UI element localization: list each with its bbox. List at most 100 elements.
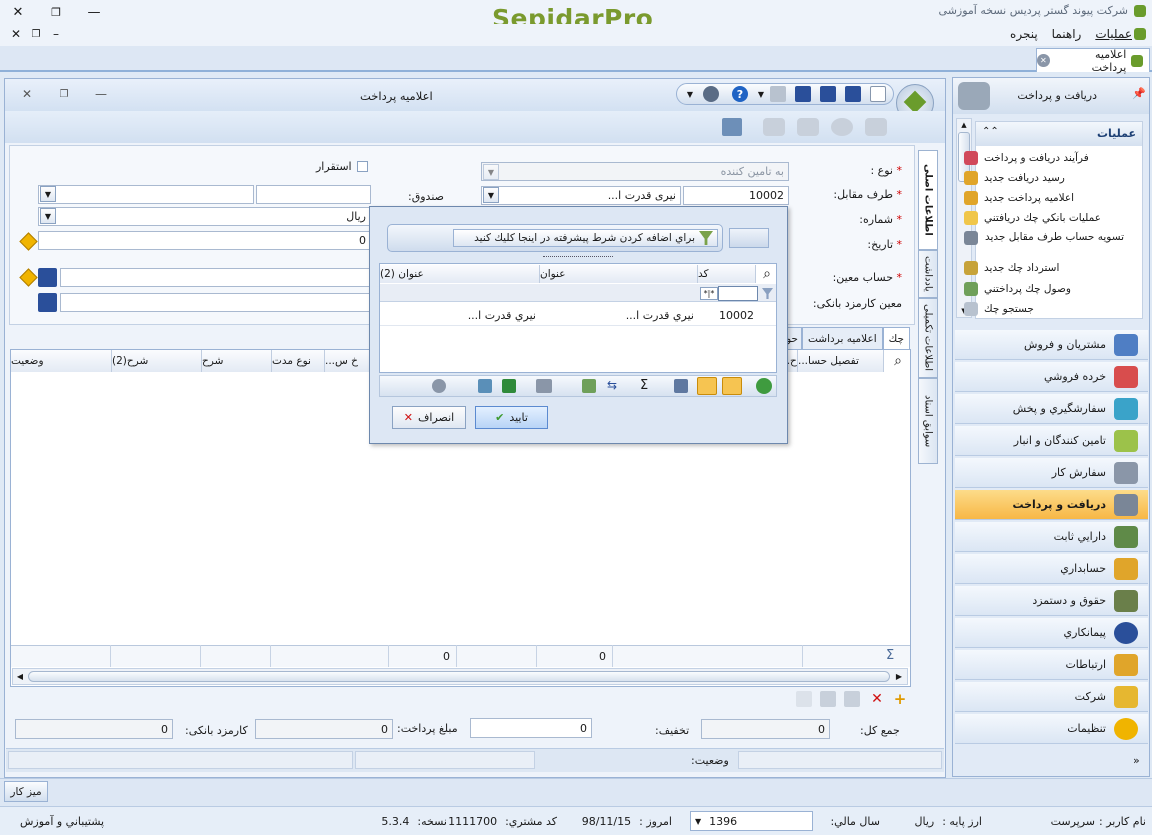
popup-colwidth-icon[interactable] [582,379,596,393]
tab-withdraw-notice[interactable]: اعلامیه برداشت [802,327,883,349]
menu-help[interactable]: راهنما [1052,27,1082,41]
module-communications[interactable]: ارتباطات [955,650,1148,680]
fiscal-year-dropdown-icon[interactable]: ▼ [695,817,701,826]
module-fixed-assets[interactable]: دارايي ثابت [955,522,1148,552]
popup-filter-green-icon[interactable] [697,377,717,395]
prev-record-icon[interactable] [797,118,819,136]
module-retail[interactable]: خرده فروشي [955,362,1148,392]
fund-dropdown-icon[interactable]: ▼ [40,186,56,202]
grid-print-icon[interactable] [820,691,836,707]
filter-prompt-button[interactable]: براي اضافه كردن شرط پيشرفته در اينجا كلي… [453,229,718,247]
window-close-button[interactable]: ✕ [18,85,36,103]
vtab-main-info[interactable]: اطلاعات اصلی [918,150,938,250]
app-minimize-button[interactable]: — [84,3,104,21]
currency-dropdown-icon[interactable]: ▼ [40,208,56,224]
popup-columns-icon[interactable] [674,379,688,393]
popup-export-icon[interactable] [478,379,492,393]
grid-extra-icon[interactable] [796,691,812,707]
type-select[interactable]: به تامین کننده [481,162,789,181]
window-minimize-button[interactable]: — [92,85,110,103]
delete-record-icon[interactable] [831,118,853,136]
popup-filter-active-icon[interactable] [722,377,742,395]
op-new-receipt[interactable]: رسيد دريافت جديد [964,171,1134,185]
party-dropdown-icon[interactable]: ▼ [483,187,499,203]
vtab-doc-history[interactable]: سوابق اسناد [918,378,938,464]
settle-checkbox[interactable] [357,161,368,172]
popup-excel-icon[interactable] [502,379,516,393]
pin-icon[interactable]: 📌 [1132,87,1146,100]
popup-search-icon[interactable]: ⌕ [758,265,776,283]
module-contracting[interactable]: پيمانكاري [955,618,1148,648]
chart-icon[interactable] [722,118,742,136]
module-suppliers[interactable]: تامين كنندگان و انبار [955,426,1148,456]
grid-col-detail[interactable]: تفصیل حسا... [798,350,884,372]
grid-edit-icon[interactable] [844,691,860,707]
popup-arrows-icon[interactable]: ⇆ [607,378,617,392]
op-cheque-search[interactable]: جستجو چك [964,302,1134,316]
grid-search-icon[interactable]: ⌕ [888,352,908,370]
grid-col-desc2[interactable]: شرح(2) [112,350,202,372]
vtab-notes[interactable]: یادداشت [918,250,938,298]
grid-col-duration-type[interactable]: نوع مدت [272,350,325,372]
ok-button[interactable]: ✔ تاييد [475,406,548,429]
popup-col-title[interactable]: عنوان [540,265,698,283]
grid-col-desc[interactable]: شرح [202,350,272,372]
save-close-icon[interactable] [795,86,811,102]
discount-field[interactable]: 0 [470,718,592,738]
app-restore-button[interactable]: ❐ [46,3,66,21]
save-new-icon[interactable] [820,86,836,102]
ops-scroll-up-icon[interactable]: ▲ [957,119,971,131]
ops-collapse-icon[interactable]: ⌃⌃ [982,126,999,137]
module-work-orders[interactable]: سفارش كار [955,458,1148,488]
menu-operations[interactable]: عملیات [1095,27,1132,41]
module-payroll[interactable]: حقوق و دستمزد [955,586,1148,616]
op-settlement[interactable]: تسويه حساب طرف مقابل جديد [964,231,1134,245]
mdi-close-button[interactable]: ✕ [8,26,24,42]
scroll-right-icon[interactable]: ▶ [893,670,905,683]
popup-sum-icon[interactable]: Σ [640,378,648,393]
clock-icon[interactable] [703,86,719,102]
bankfee-save-icon[interactable] [38,293,57,312]
tab-cheque[interactable]: چك [882,327,910,349]
popup-col-code[interactable]: کد [698,265,756,283]
module-settings[interactable]: تنظيمات [955,714,1148,744]
account-save-icon[interactable] [38,268,57,287]
module-company[interactable]: شركت [955,682,1148,712]
doc-tab[interactable]: اعلامیه پرداخت ✕ [1036,48,1150,74]
vtab-extra-info[interactable]: اطلاعات تکمیلی [918,298,938,378]
popup-filter-input[interactable] [718,286,758,301]
cancel-button[interactable]: ✕ انصراف [392,406,466,429]
toolbar-dropdown2-icon[interactable]: ▼ [756,88,766,100]
popup-refresh-icon[interactable] [756,378,772,394]
type-dropdown-icon[interactable]: ▼ [483,164,499,180]
popup-layout-icon[interactable] [432,379,446,393]
sidebar-expand-icon[interactable]: » [1133,754,1140,767]
party-code-input[interactable]: 10002 [683,186,789,205]
new-icon[interactable] [870,86,886,102]
fiscal-year-select[interactable]: ▼ 1396 [690,811,813,831]
module-accounting[interactable]: حسابداري [955,554,1148,584]
save-icon[interactable] [845,86,861,102]
module-receipt-payment[interactable]: دريافت و پرداخت [955,490,1148,520]
module-ordering[interactable]: سفارشگيري و پخش [955,394,1148,424]
grid-delete-icon[interactable]: ✕ [869,691,885,707]
scroll-thumb[interactable] [28,671,890,682]
popup-filter-token[interactable]: *|* [700,287,718,300]
grid-add-icon[interactable]: + [892,690,908,708]
mdi-minimize-button[interactable]: – [48,26,64,42]
amount-input[interactable]: 0 [38,231,371,250]
popup-side-button[interactable] [729,228,769,248]
grid-col-status[interactable]: وضعیت [11,350,112,372]
bankfee-account-input[interactable] [60,293,371,312]
mdi-restore-button[interactable]: ❐ [28,26,44,42]
popup-splitter[interactable] [543,256,613,261]
popup-col-title2[interactable]: عنوان (2) [380,265,540,283]
desk-button[interactable]: ميز كار [4,781,48,802]
scroll-left-icon[interactable]: ◀ [14,670,26,683]
fund-name-input[interactable] [38,185,254,204]
op-bank-cheque[interactable]: عمليات بانكي چك دريافتني [964,211,1134,225]
print-icon[interactable] [770,86,786,102]
support-link[interactable]: پشتيباني و آموزش [20,815,104,828]
module-customers[interactable]: مشتريان و فروش [955,330,1148,360]
op-cheque-return[interactable]: استرداد چك جديد [964,261,1134,275]
